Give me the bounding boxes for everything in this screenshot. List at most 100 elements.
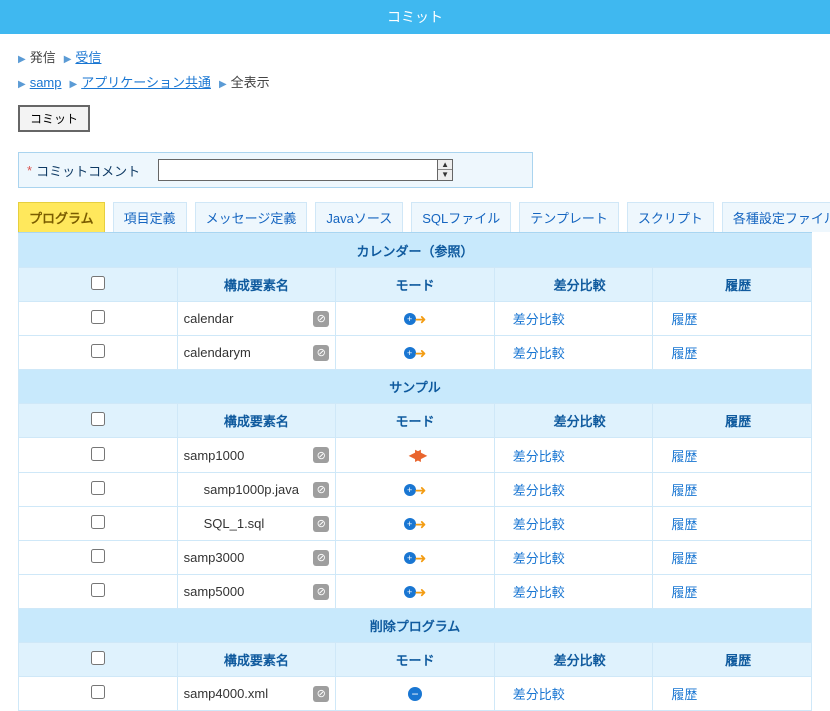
history-cell: 履歴 (653, 507, 812, 541)
change-arrow-icon: ◀▶ (409, 445, 422, 465)
history-link[interactable]: 履歴 (671, 483, 697, 498)
history-link[interactable]: 履歴 (671, 585, 697, 600)
select-all-header (19, 404, 178, 438)
delete-minus-icon: − (408, 687, 422, 701)
breadcrumb-link[interactable]: samp (30, 75, 62, 90)
forbid-icon[interactable] (313, 550, 329, 566)
diff-link[interactable]: 差分比較 (513, 585, 565, 600)
select-all-header (19, 643, 178, 677)
breadcrumb-arrow-icon: ▶ (70, 75, 78, 94)
history-link[interactable]: 履歴 (671, 449, 697, 464)
tab-項目定義[interactable]: 項目定義 (113, 202, 187, 232)
row-checkbox[interactable] (91, 515, 105, 529)
forbid-icon[interactable] (313, 345, 329, 361)
breadcrumb-arrow-icon: ▶ (18, 50, 26, 69)
forbid-icon[interactable] (313, 584, 329, 600)
element-name: samp1000 (184, 448, 245, 463)
row-checkbox[interactable] (91, 549, 105, 563)
row-checkbox[interactable] (91, 447, 105, 461)
diff-link[interactable]: 差分比較 (513, 517, 565, 532)
mode-cell: − (336, 677, 495, 711)
spinner-up-icon[interactable]: ▲ (438, 160, 452, 170)
name-cell: samp5000 (177, 575, 336, 609)
tab-bar: プログラム項目定義メッセージ定義Javaソース SQLファイルテンプレートスクリプ… (0, 202, 830, 232)
select-all-checkbox[interactable] (91, 276, 105, 290)
forbid-icon[interactable] (313, 482, 329, 498)
row-check-cell (19, 677, 178, 711)
table-row: samp3000+➜差分比較履歴 (19, 541, 812, 575)
breadcrumb: ▶発信▶受信 ▶samp▶アプリケーション共通▶全表示 (0, 34, 830, 99)
forbid-icon[interactable] (313, 686, 329, 702)
tab-スクリプト[interactable]: スクリプト (627, 202, 714, 232)
select-all-checkbox[interactable] (91, 651, 105, 665)
diff-cell: 差分比較 (494, 507, 653, 541)
history-link[interactable]: 履歴 (671, 312, 697, 327)
diff-link[interactable]: 差分比較 (513, 483, 565, 498)
name-cell: samp3000 (177, 541, 336, 575)
row-checkbox[interactable] (91, 685, 105, 699)
diff-link[interactable]: 差分比較 (513, 687, 565, 702)
add-arrow-icon: +➜ (404, 516, 427, 533)
history-link[interactable]: 履歴 (671, 551, 697, 566)
section-title: 削除プログラム (19, 609, 812, 643)
name-cell: calendarym (177, 336, 336, 370)
col-diff-header: 差分比較 (494, 404, 653, 438)
col-diff-header: 差分比較 (494, 643, 653, 677)
diff-link[interactable]: 差分比較 (513, 551, 565, 566)
spinner-down-icon[interactable]: ▼ (438, 170, 452, 180)
history-cell: 履歴 (653, 336, 812, 370)
diff-link[interactable]: 差分比較 (513, 346, 565, 361)
element-name: samp3000 (184, 550, 245, 565)
col-diff-header: 差分比較 (494, 268, 653, 302)
commit-comment-input[interactable] (158, 159, 438, 181)
mode-cell: ◀▶ (336, 438, 495, 473)
select-all-checkbox[interactable] (91, 412, 105, 426)
diff-link[interactable]: 差分比較 (513, 312, 565, 327)
breadcrumb-row-1: ▶発信▶受信 (18, 46, 812, 71)
tab-メッセージ定義[interactable]: メッセージ定義 (195, 202, 308, 232)
breadcrumb-text: 発信 (30, 50, 56, 65)
tab-Javaソース[interactable]: Javaソース (315, 202, 403, 232)
element-name: samp5000 (184, 584, 245, 599)
row-check-cell (19, 302, 178, 336)
forbid-icon[interactable] (313, 447, 329, 463)
commit-comment-label: コミットコメント (36, 161, 140, 180)
add-arrow-icon: +➜ (404, 345, 427, 362)
row-checkbox[interactable] (91, 583, 105, 597)
tab-各種設定ファイル[interactable]: 各種設定ファイル (722, 202, 830, 232)
breadcrumb-arrow-icon: ▶ (18, 75, 26, 94)
diff-cell: 差分比較 (494, 677, 653, 711)
history-link[interactable]: 履歴 (671, 517, 697, 532)
forbid-icon[interactable] (313, 516, 329, 532)
row-checkbox[interactable] (91, 310, 105, 324)
table-row: samp4000.xml−差分比較履歴 (19, 677, 812, 711)
col-name-header: 構成要素名 (177, 643, 336, 677)
history-link[interactable]: 履歴 (671, 687, 697, 702)
commit-button[interactable]: コミット (18, 105, 90, 132)
tab-テンプレート[interactable]: テンプレート (519, 202, 619, 232)
row-checkbox[interactable] (91, 481, 105, 495)
diff-cell: 差分比較 (494, 438, 653, 473)
diff-link[interactable]: 差分比較 (513, 449, 565, 464)
element-name: samp1000p.java (184, 482, 299, 497)
row-checkbox[interactable] (91, 344, 105, 358)
tab-SQLファイル[interactable]: SQLファイル (411, 202, 511, 232)
table-row: samp5000 +➜ 差分比較 履歴 (19, 575, 812, 609)
name-cell: samp1000 (177, 438, 336, 473)
forbid-icon[interactable] (313, 311, 329, 327)
history-cell: 履歴 (653, 677, 812, 711)
table-row: calendar+➜差分比較履歴 (19, 302, 812, 336)
row-check-cell (19, 575, 178, 609)
mode-cell: +➜ (336, 575, 495, 609)
spinner-buttons[interactable]: ▲▼ (438, 159, 453, 181)
row-check-cell (19, 507, 178, 541)
history-cell: 履歴 (653, 438, 812, 473)
data-table: カレンダー（参照）構成要素名モード差分比較履歴calendar+➜差分比較履歴c… (18, 233, 812, 711)
breadcrumb-link[interactable]: アプリケーション共通 (81, 75, 211, 90)
mode-cell: +➜ (336, 507, 495, 541)
add-arrow-icon: +➜ (404, 311, 427, 328)
history-link[interactable]: 履歴 (671, 346, 697, 361)
breadcrumb-arrow-icon: ▶ (219, 75, 227, 94)
breadcrumb-link[interactable]: 受信 (75, 50, 101, 65)
tab-プログラム[interactable]: プログラム (18, 202, 105, 232)
